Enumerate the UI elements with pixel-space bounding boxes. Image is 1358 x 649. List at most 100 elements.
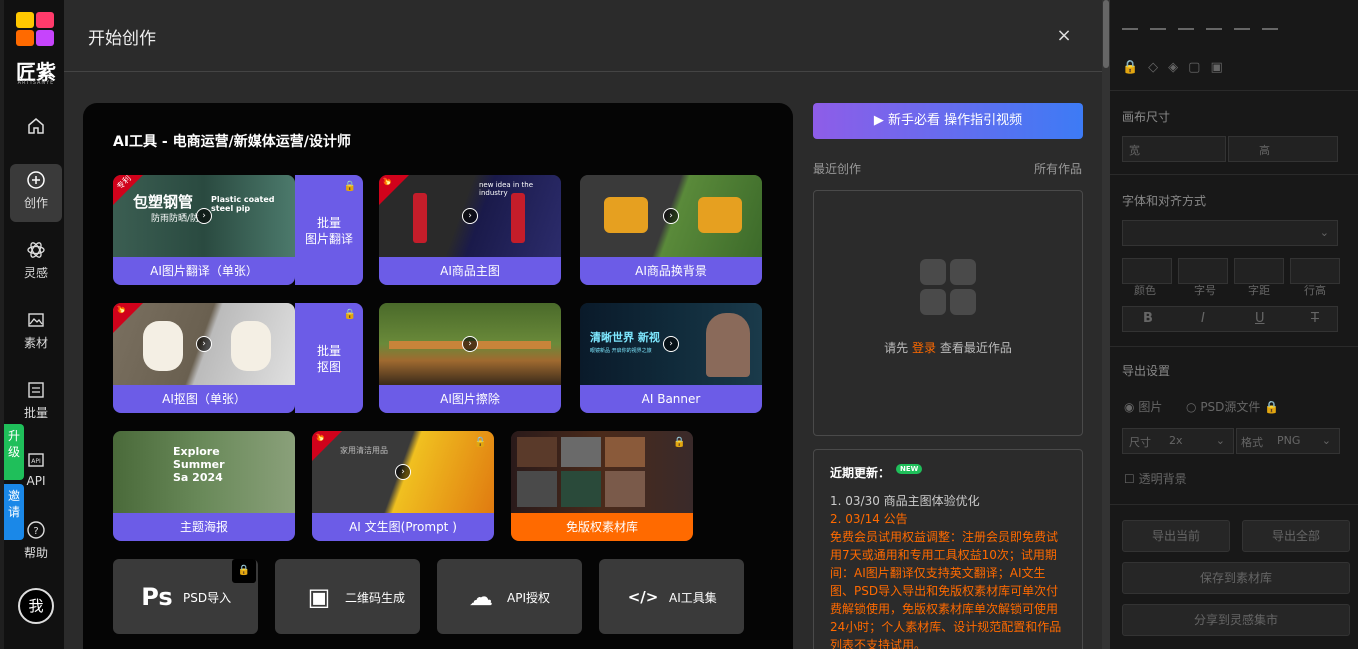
app-root: 匠紫 ARTISANYE 创作 灵感 素材 批量 API API ? 帮助 升级… bbox=[0, 0, 1358, 649]
avatar[interactable]: 我 bbox=[18, 588, 54, 624]
api-cloud-icon: ☁ bbox=[469, 583, 493, 611]
tools-title: AI工具 - 电商运营/新媒体运营/设计师 bbox=[113, 134, 351, 150]
batch-translate-button[interactable]: 🔒 批量 图片翻译 bbox=[295, 175, 363, 285]
text-style-toolbar: B I U T bbox=[1122, 306, 1338, 332]
align-center-icon[interactable] bbox=[1150, 16, 1166, 30]
lock-icon: 🔒 bbox=[343, 181, 357, 192]
card-label: AI图片擦除 bbox=[379, 385, 561, 413]
font-size-field[interactable] bbox=[1178, 258, 1228, 284]
card-free-library[interactable]: 🔒 免版权素材库 bbox=[511, 431, 693, 541]
plus-circle-icon bbox=[27, 171, 45, 189]
api-icon: API bbox=[28, 453, 44, 467]
recent-works-box: 请先 登录 查看最近作品 bbox=[813, 190, 1083, 436]
update-item-2: 2. 03/14 公告 bbox=[830, 512, 908, 526]
upgrade-pill[interactable]: 升级 bbox=[4, 424, 24, 480]
api-auth-button[interactable]: ☁ API授权 bbox=[437, 559, 582, 634]
lock-icon: 🔒 bbox=[232, 559, 256, 583]
card-theme-poster[interactable]: Explore Summer Sa 2024 主题海报 bbox=[113, 431, 295, 541]
export-all-button[interactable]: 导出全部 bbox=[1242, 520, 1350, 552]
width-field[interactable]: 宽 bbox=[1122, 136, 1226, 162]
image-icon bbox=[28, 313, 44, 327]
share-to-market-button[interactable]: 分享到灵感集市 bbox=[1122, 604, 1350, 636]
export-size-select[interactable]: 尺寸 2x ⌄ bbox=[1122, 428, 1234, 454]
psd-import-button[interactable]: Ps PSD导入 🔒 bbox=[113, 559, 258, 634]
login-hint: 请先 登录 查看最近作品 bbox=[884, 341, 1012, 355]
nav-material[interactable]: 素材 bbox=[10, 304, 62, 362]
compare-arrow-icon: › bbox=[196, 208, 212, 224]
property-panel: 🔒◇◈▢▣ 画布尺寸 宽 高 字体和对齐方式 ⌄ 颜色 字号 字距 行高 B I… bbox=[1110, 0, 1358, 649]
card-ai-banner[interactable]: 清晰世界 新视 眼镜新品 开启你的视界之旅 › AI Banner bbox=[580, 303, 762, 413]
export-image-radio[interactable]: ◉ 图片 bbox=[1124, 398, 1162, 415]
brand-logo-icon[interactable] bbox=[16, 12, 56, 48]
qrcode-button[interactable]: ▣ 二维码生成 bbox=[275, 559, 420, 634]
lock-icon: 🔒 bbox=[343, 309, 357, 320]
align-bottom-icon[interactable] bbox=[1262, 16, 1278, 30]
library-preview-image bbox=[511, 431, 693, 513]
recent-title: 最近创作 bbox=[813, 162, 862, 176]
video-icon: ▶ bbox=[873, 113, 888, 128]
chevron-down-icon: ⌄ bbox=[1215, 434, 1225, 447]
layer-toolbar[interactable]: 🔒◇◈▢▣ bbox=[1122, 60, 1233, 75]
guide-video-button[interactable]: ▶ 新手必看 操作指引视频 bbox=[813, 103, 1083, 139]
card-label: AI商品换背景 bbox=[580, 257, 762, 285]
nav-batch-label: 批量 bbox=[23, 406, 48, 420]
font-color-field[interactable] bbox=[1122, 258, 1172, 284]
line-height-field[interactable] bbox=[1290, 258, 1340, 284]
svg-text:API: API bbox=[31, 458, 41, 465]
save-to-library-button[interactable]: 保存到素材库 bbox=[1122, 562, 1350, 594]
all-works-link[interactable]: 所有作品 bbox=[1034, 160, 1082, 177]
transparent-checkbox[interactable]: ☐ 透明背景 bbox=[1124, 470, 1187, 487]
invite-pill[interactable]: 邀请 bbox=[4, 484, 24, 540]
compare-arrow-icon: › bbox=[462, 336, 478, 352]
nav-inspiration[interactable]: 灵感 bbox=[10, 234, 62, 292]
ai-toolset-button[interactable]: </> AI工具集 bbox=[599, 559, 744, 634]
batch-cutout-button[interactable]: 🔒 批量 抠图 bbox=[295, 303, 363, 413]
ps-icon: Ps bbox=[141, 583, 173, 611]
home-icon bbox=[28, 118, 44, 134]
lock-icon: 🔒 bbox=[474, 437, 487, 448]
chevron-down-icon: ⌄ bbox=[1321, 434, 1331, 447]
align-right-icon[interactable] bbox=[1178, 16, 1194, 30]
height-field[interactable]: 高 bbox=[1228, 136, 1338, 162]
lock-icon: 🔒 bbox=[1264, 400, 1280, 414]
export-current-button[interactable]: 导出当前 bbox=[1122, 520, 1230, 552]
nav-api-label: API bbox=[26, 474, 46, 488]
nav-home[interactable] bbox=[10, 110, 62, 168]
updates-box: 近期更新： NEW 1. 03/30 商品主图体验优化 2. 03/14 公告 免… bbox=[813, 449, 1083, 649]
start-creation-modal: 开始创作 × AI工具 - 电商运营/新媒体运营/设计师 包塑钢管 Plasti… bbox=[64, 0, 1102, 649]
export-format-select[interactable]: 格式 PNG ⌄ bbox=[1236, 428, 1340, 454]
card-ai-product-main[interactable]: new idea in the industry 🔥 › AI商品主图 bbox=[379, 175, 561, 285]
card-ai-translate[interactable]: 包塑钢管 Plastic coated steel pip 防雨防晒/防 专利 … bbox=[113, 175, 295, 285]
close-icon[interactable]: × bbox=[1054, 26, 1074, 46]
left-sidebar: 匠紫 ARTISANYE 创作 灵感 素材 批量 API API ? 帮助 升级… bbox=[0, 0, 64, 649]
align-top-icon[interactable] bbox=[1206, 16, 1222, 30]
align-left-icon[interactable] bbox=[1122, 16, 1138, 30]
align-middle-icon[interactable] bbox=[1234, 16, 1250, 30]
strike-button[interactable]: T bbox=[1311, 311, 1319, 326]
nav-inspiration-label: 灵感 bbox=[23, 266, 48, 280]
nav-create-label: 创作 bbox=[23, 196, 48, 210]
batch-icon bbox=[28, 382, 44, 398]
card-label: 主题海报 bbox=[113, 513, 295, 541]
italic-button[interactable]: I bbox=[1201, 311, 1205, 326]
ai-tools-panel: AI工具 - 电商运营/新媒体运营/设计师 包塑钢管 Plastic coate… bbox=[83, 103, 793, 649]
help-icon: ? bbox=[27, 521, 45, 539]
card-label: AI商品主图 bbox=[379, 257, 561, 285]
card-ai-text2image[interactable]: 家用清洁用品 🔥 🔒 › AI 文生图(Prompt ) bbox=[312, 431, 494, 541]
canvas-size-label: 画布尺寸 bbox=[1122, 110, 1171, 124]
nav-create[interactable]: 创作 bbox=[10, 164, 62, 222]
card-ai-cutout[interactable]: 🔥 › AI抠图（单张） bbox=[113, 303, 295, 413]
card-label: AI图片翻译（单张） bbox=[113, 257, 295, 285]
underline-button[interactable]: U bbox=[1255, 311, 1265, 326]
font-select[interactable]: ⌄ bbox=[1122, 220, 1338, 246]
new-badge: NEW bbox=[896, 464, 923, 474]
login-link[interactable]: 登录 bbox=[912, 341, 936, 355]
card-ai-erase[interactable]: › AI图片擦除 bbox=[379, 303, 561, 413]
bold-button[interactable]: B bbox=[1143, 311, 1153, 326]
letter-spacing-field[interactable] bbox=[1234, 258, 1284, 284]
compare-arrow-icon: › bbox=[196, 336, 212, 352]
modal-scrollbar[interactable] bbox=[1102, 0, 1110, 649]
export-psd-radio[interactable]: ○ PSD源文件 🔒 bbox=[1186, 398, 1279, 415]
radio-icon: ◉ bbox=[1124, 400, 1135, 414]
card-ai-change-bg[interactable]: › AI商品换背景 bbox=[580, 175, 762, 285]
